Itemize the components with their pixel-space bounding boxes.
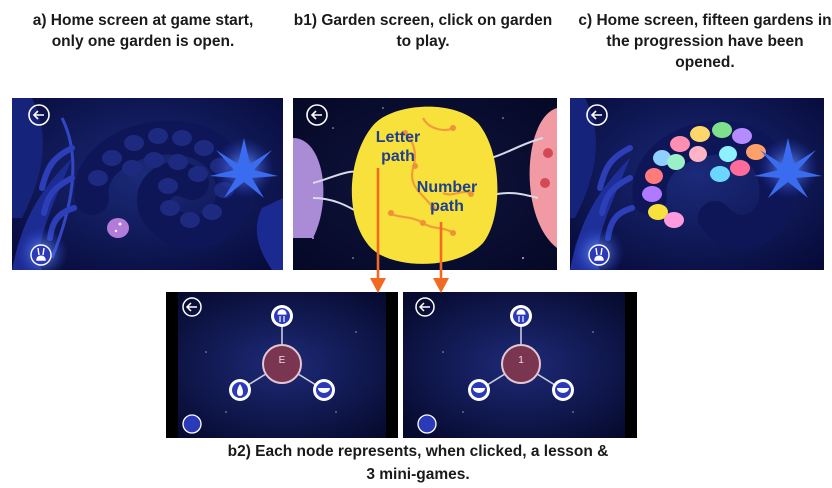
path-arrows	[370, 168, 449, 293]
letter-path-arrowhead	[370, 278, 386, 293]
number-path-arrowhead	[433, 278, 449, 293]
